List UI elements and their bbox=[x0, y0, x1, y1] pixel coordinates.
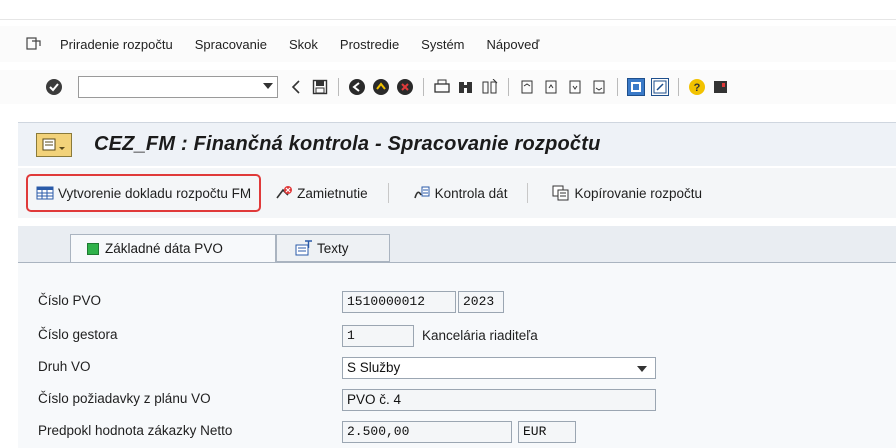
form-row-value: Predpokl hodnota zákazky Netto 2.500,00 … bbox=[18, 419, 896, 445]
chevron-down-icon[interactable] bbox=[637, 366, 647, 372]
form-content: Číslo PVO 1510000012 2023 Číslo gestora … bbox=[18, 262, 896, 448]
menu-item-spracovanie[interactable]: Spracovanie bbox=[195, 37, 267, 52]
standard-toolbar: ? bbox=[0, 70, 896, 104]
gestor-number-label: Číslo gestora bbox=[38, 327, 118, 342]
command-field[interactable] bbox=[78, 76, 278, 98]
form-row-request: Číslo požiadavky z plánu VO PVO č. 4 bbox=[18, 387, 896, 413]
create-budget-document-button[interactable]: Vytvorenie dokladu rozpočtu FM bbox=[26, 174, 262, 212]
pvo-number-field[interactable]: 1510000012 bbox=[342, 291, 456, 313]
toolbar-separator bbox=[678, 78, 679, 96]
create-budget-document-label: Vytvorenie dokladu rozpočtu FM bbox=[58, 185, 252, 201]
druh-vo-select[interactable]: S Služby bbox=[342, 357, 656, 379]
back-green-icon[interactable] bbox=[348, 78, 366, 96]
toolbar-separator bbox=[617, 78, 618, 96]
form-row-gestor: Číslo gestora 1 Kancelária riaditeľa bbox=[18, 323, 896, 349]
tab-texts-label: Texty bbox=[317, 240, 349, 256]
estimated-value-field[interactable]: 2.500,00 bbox=[342, 421, 512, 443]
gestor-number-field[interactable]: 1 bbox=[342, 325, 414, 347]
copy-budget-label: Kopírovanie rozpočtu bbox=[574, 185, 703, 201]
tab-basic-data[interactable]: Základné dáta PVO bbox=[70, 234, 276, 262]
tab-strip: Základné dáta PVO Texty bbox=[18, 226, 896, 262]
copy-budget-button[interactable]: Kopírovanie rozpočtu bbox=[552, 175, 702, 211]
last-page-icon[interactable] bbox=[590, 78, 608, 96]
check-data-button[interactable]: Kontrola dát bbox=[413, 175, 508, 211]
check-data-label: Kontrola dát bbox=[434, 185, 508, 201]
pvo-year-field[interactable]: 2023 bbox=[458, 291, 504, 313]
request-number-field[interactable]: PVO č. 4 bbox=[342, 389, 656, 411]
menu-item-napoved[interactable]: Nápoveď bbox=[487, 37, 540, 52]
reject-button[interactable]: Zamietnutie bbox=[275, 175, 368, 211]
table-icon bbox=[36, 185, 54, 201]
currency-field[interactable]: EUR bbox=[518, 421, 576, 443]
form-row-druh: Druh VO S Služby bbox=[18, 355, 896, 381]
title-bar: CEZ_FM : Finančná kontrola - Spracovanie… bbox=[18, 122, 896, 166]
text-edit-icon bbox=[295, 240, 313, 256]
status-led-icon bbox=[87, 242, 99, 255]
estimated-value-label: Predpokl hodnota zákazky Netto bbox=[38, 423, 233, 438]
cancel-icon[interactable] bbox=[396, 78, 414, 96]
next-page-icon[interactable] bbox=[566, 78, 584, 96]
toolbar-separator bbox=[387, 183, 389, 203]
shortcut-icon[interactable] bbox=[651, 78, 669, 96]
menu-item-priradenie[interactable]: Priradenie rozpočtu bbox=[60, 37, 173, 52]
print-icon[interactable] bbox=[433, 78, 451, 96]
menu-item-skok[interactable]: Skok bbox=[289, 37, 318, 52]
toolbar-separator bbox=[527, 183, 529, 203]
create-session-icon[interactable] bbox=[627, 78, 645, 96]
system-menu-button[interactable] bbox=[36, 132, 72, 157]
application-toolbar: Vytvorenie dokladu rozpočtu FM Zamietnut… bbox=[18, 168, 896, 218]
gestor-name-text: Kancelária riaditeľa bbox=[422, 328, 538, 343]
find-next-icon[interactable] bbox=[481, 78, 499, 96]
druh-vo-value: S Služby bbox=[347, 360, 401, 375]
command-input[interactable] bbox=[79, 77, 249, 97]
pvo-number-label: Číslo PVO bbox=[38, 293, 102, 308]
layout-menu-icon[interactable] bbox=[712, 78, 730, 96]
tab-basic-data-label: Základné dáta PVO bbox=[105, 241, 223, 256]
back-icon[interactable] bbox=[287, 78, 305, 96]
menu-item-prostredie[interactable]: Prostredie bbox=[340, 37, 399, 52]
toolbar-separator bbox=[338, 78, 339, 96]
menu-item-system[interactable]: Systém bbox=[421, 37, 464, 52]
find-icon[interactable] bbox=[457, 78, 475, 96]
chevron-down-icon[interactable] bbox=[263, 83, 273, 89]
menu-bar: Priradenie rozpočtu Spracovanie Skok Pro… bbox=[0, 26, 896, 62]
svg-text:?: ? bbox=[694, 82, 701, 94]
help-icon[interactable]: ? bbox=[688, 78, 706, 96]
request-number-label: Číslo požiadavky z plánu VO bbox=[38, 391, 211, 406]
save-icon[interactable] bbox=[311, 78, 329, 96]
system-menu-icon[interactable] bbox=[26, 37, 42, 51]
form-row-pvo: Číslo PVO 1510000012 2023 bbox=[18, 289, 896, 315]
toolbar-separator bbox=[423, 78, 424, 96]
tab-texts[interactable]: Texty bbox=[276, 234, 390, 262]
check-data-icon bbox=[413, 185, 431, 201]
reject-label: Zamietnutie bbox=[297, 185, 368, 201]
druh-vo-label: Druh VO bbox=[38, 359, 91, 374]
enter-icon[interactable] bbox=[44, 77, 64, 97]
previous-page-icon[interactable] bbox=[542, 78, 560, 96]
page-title: CEZ_FM : Finančná kontrola - Spracovanie… bbox=[94, 133, 601, 155]
copy-icon bbox=[552, 185, 570, 201]
toolbar-separator bbox=[508, 78, 509, 96]
window-top-strip bbox=[0, 0, 896, 20]
first-page-icon[interactable] bbox=[518, 78, 536, 96]
exit-icon[interactable] bbox=[372, 78, 390, 96]
reject-icon bbox=[275, 185, 293, 201]
